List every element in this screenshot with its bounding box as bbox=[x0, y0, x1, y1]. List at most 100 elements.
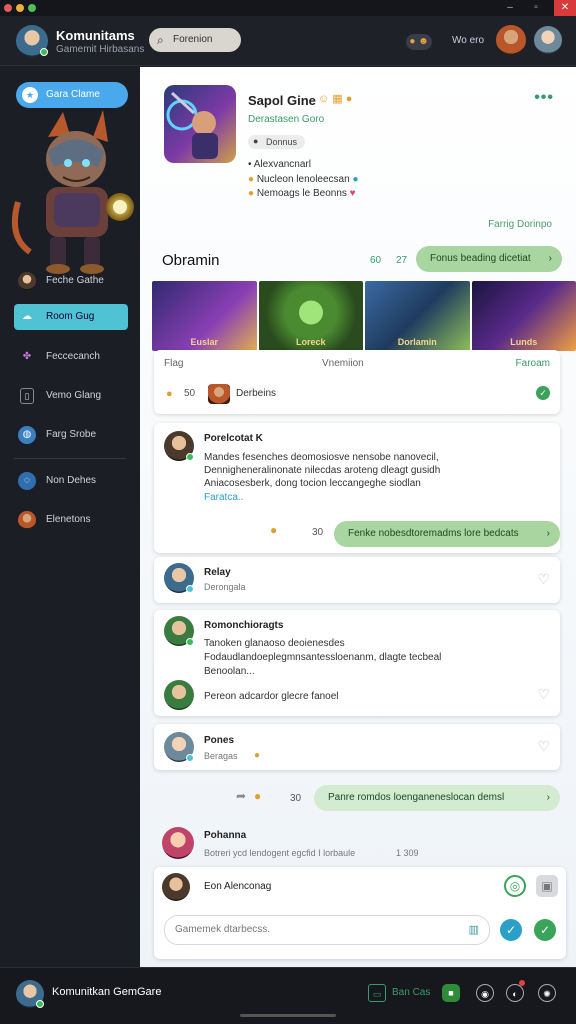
game-gallery: Euslar Loreck Dorlamin Lunds bbox=[152, 281, 576, 351]
composer-input[interactable]: Gamemek dtarbecss. ▥ bbox=[164, 915, 490, 945]
column-header: Flag bbox=[164, 358, 184, 369]
post-action-button[interactable]: Fenke nobesdtoremadms lore bedcats › bbox=[334, 521, 560, 547]
user-label: Wo ero bbox=[452, 35, 485, 46]
hero-character-illustration bbox=[12, 110, 134, 274]
secondary-avatar[interactable] bbox=[534, 26, 562, 54]
profile-subtitle: Derastasen Goro bbox=[248, 114, 325, 125]
gallery-tile[interactable]: Euslar bbox=[152, 281, 257, 351]
restore-icon[interactable]: ▫ bbox=[525, 0, 547, 16]
section-action-button[interactable]: Fonus beading dicetiat › bbox=[416, 246, 562, 272]
sidebar-item-non-dehes[interactable]: ◌ Non Dehes bbox=[14, 468, 128, 494]
sidebar-item-vemo-glang[interactable]: ▯ Vemo Glang bbox=[14, 383, 128, 409]
mic-icon[interactable]: ◉ bbox=[476, 984, 494, 1002]
cloud-icon: ☁ bbox=[22, 311, 32, 322]
post-body-line: Dennigheneralinonate nilecdas aroteng dl… bbox=[204, 465, 441, 476]
reaction-icon: ● bbox=[254, 750, 261, 761]
post-body-line: Benoolan... bbox=[204, 666, 255, 677]
sidebar-item-farg-srobe[interactable]: ◍ Farg Srobe bbox=[14, 422, 128, 448]
attach-button[interactable]: ✓ bbox=[500, 919, 522, 941]
sidebar-divider bbox=[14, 458, 126, 459]
main-panel: Sapol Gine ☺ ▦ ● Derastasen Goro ● Donnu… bbox=[140, 67, 576, 967]
sidebar-item-feccecanch[interactable]: ✤ Feccecanch bbox=[14, 344, 128, 370]
minimize-dot-icon[interactable] bbox=[16, 4, 24, 12]
minimize-icon[interactable]: – bbox=[499, 0, 521, 16]
chevron-right-icon: › bbox=[546, 528, 550, 539]
image-icon[interactable]: ▣ bbox=[536, 875, 558, 897]
sidebar-item-room-gug[interactable]: ☁ Room Gug bbox=[14, 304, 128, 330]
post-author-sub: Botreri ycd lendogent egcfid I lorbaule bbox=[204, 848, 356, 858]
like-icon[interactable]: ♡ bbox=[537, 571, 550, 588]
reply-author-avatar[interactable] bbox=[164, 680, 194, 710]
window-titlebar: – ▫ ✕ bbox=[0, 0, 576, 16]
profile-avatar[interactable] bbox=[496, 25, 526, 55]
send-button[interactable]: ✓ bbox=[534, 919, 556, 941]
like-icon[interactable]: ♡ bbox=[537, 738, 550, 755]
section-title: Obramin bbox=[162, 252, 220, 269]
post-card: Romonchioragts Tanoken glanaoso deoienes… bbox=[154, 610, 560, 716]
post-body-line: Mandes fesenches deomosiosve nensobe nan… bbox=[204, 452, 439, 463]
like-icon[interactable]: ♡ bbox=[537, 686, 550, 703]
gallery-tile[interactable]: Loreck bbox=[258, 281, 363, 351]
refresh-icon[interactable]: ◎ bbox=[504, 875, 526, 897]
reaction-icon[interactable]: ● bbox=[270, 523, 277, 537]
post-author-name: Pohanna bbox=[204, 830, 247, 841]
composer-title: Eon Alenconag bbox=[204, 881, 272, 892]
search-label: Forenion bbox=[173, 34, 213, 45]
gallery-tile[interactable]: Dorlamin bbox=[365, 281, 470, 351]
profile-name: Sapol Gine bbox=[248, 93, 316, 108]
user-icon bbox=[18, 272, 36, 290]
emoji-icon[interactable]: ▥ bbox=[469, 916, 479, 944]
composer-card: Eon Alenconag ◎ ▣ Gamemek dtarbecss. ▥ ✓… bbox=[154, 867, 566, 959]
close-dot-icon[interactable] bbox=[4, 4, 12, 12]
column-header: Faroam bbox=[515, 358, 550, 369]
chevron-right-icon: › bbox=[548, 253, 552, 264]
close-icon[interactable]: ✕ bbox=[554, 0, 576, 16]
post-count: 1 309 bbox=[396, 848, 419, 858]
column-header: Vnemiion bbox=[322, 358, 364, 369]
sidebar: ★ Gara Clame Feche Gathe ☁ Room Gug ✤ Fe… bbox=[0, 67, 140, 967]
maximize-dot-icon[interactable] bbox=[28, 4, 36, 12]
more-options-icon[interactable]: ••• bbox=[534, 89, 554, 107]
online-status-icon bbox=[186, 638, 194, 646]
check-icon[interactable]: ✓ bbox=[536, 386, 550, 400]
settings-icon[interactable]: ✺ bbox=[538, 984, 556, 1002]
post-body-line: Tanoken glanaoso deoienesdes bbox=[204, 638, 345, 649]
share-icon[interactable]: ➦ bbox=[236, 789, 246, 803]
app-title: Komunitams bbox=[56, 28, 135, 43]
post-author-sub: Derongala bbox=[204, 582, 246, 592]
item-name: Derbeins bbox=[236, 388, 277, 399]
online-status-icon bbox=[186, 453, 194, 461]
profile-line: • Alexvancnarl bbox=[248, 159, 311, 170]
reaction-icon[interactable]: ● bbox=[254, 789, 261, 803]
sidebar-item-feche-gathe[interactable]: Feche Gathe bbox=[14, 268, 128, 294]
post-author-name: Porelcotat K bbox=[204, 433, 263, 444]
notification-badge bbox=[519, 980, 525, 986]
sidebar-primary-label: Gara Clame bbox=[46, 89, 100, 100]
post-card: Relay Derongala ♡ bbox=[154, 557, 560, 603]
profile-link[interactable]: Farrig Dorinpo bbox=[488, 219, 552, 230]
profile-banner-image bbox=[164, 85, 236, 163]
reply-action-button[interactable]: Panre romdos loenganeneslocan demsl › bbox=[314, 785, 560, 811]
alert-icon[interactable]: ◐ bbox=[506, 984, 524, 1002]
search-button[interactable]: ⌕ Forenion bbox=[149, 28, 241, 52]
post-author-avatar[interactable] bbox=[162, 827, 194, 859]
post-author-name: Pones bbox=[204, 735, 235, 746]
post-meta: 30 bbox=[312, 527, 324, 538]
game-icon[interactable]: ■ bbox=[442, 984, 460, 1002]
sidebar-primary-button[interactable]: ★ Gara Clame bbox=[16, 82, 128, 108]
sidebar-item-label: Feche Gathe bbox=[46, 275, 104, 286]
notifications-icon[interactable]: ● ☻ bbox=[406, 34, 432, 50]
gallery-tile[interactable]: Lunds bbox=[471, 281, 576, 351]
profile-line: ● Nemoags le Beonns ♥ bbox=[248, 188, 356, 199]
post-card: Pones Beragas ● ♡ bbox=[154, 724, 560, 770]
sidebar-item-elenetons[interactable]: Elenetons bbox=[14, 507, 128, 533]
post-read-more-link[interactable]: Faratca.. bbox=[204, 491, 243, 504]
post-body-line: Aniacosesberk, dong tocion leccangeghe s… bbox=[204, 478, 421, 489]
post-body-line: Fodaudlandoeplegmnsantessloenanm, dlagte… bbox=[204, 652, 442, 663]
book-icon: ▯ bbox=[20, 388, 34, 404]
profile-line: ● Nucleon lenoleecsan ● bbox=[248, 174, 359, 185]
scroll-handle[interactable] bbox=[240, 1014, 336, 1017]
item-thumbnail bbox=[208, 384, 230, 404]
screen-icon[interactable]: ▭ bbox=[368, 984, 386, 1002]
chat-icon: ◌ bbox=[18, 472, 36, 490]
